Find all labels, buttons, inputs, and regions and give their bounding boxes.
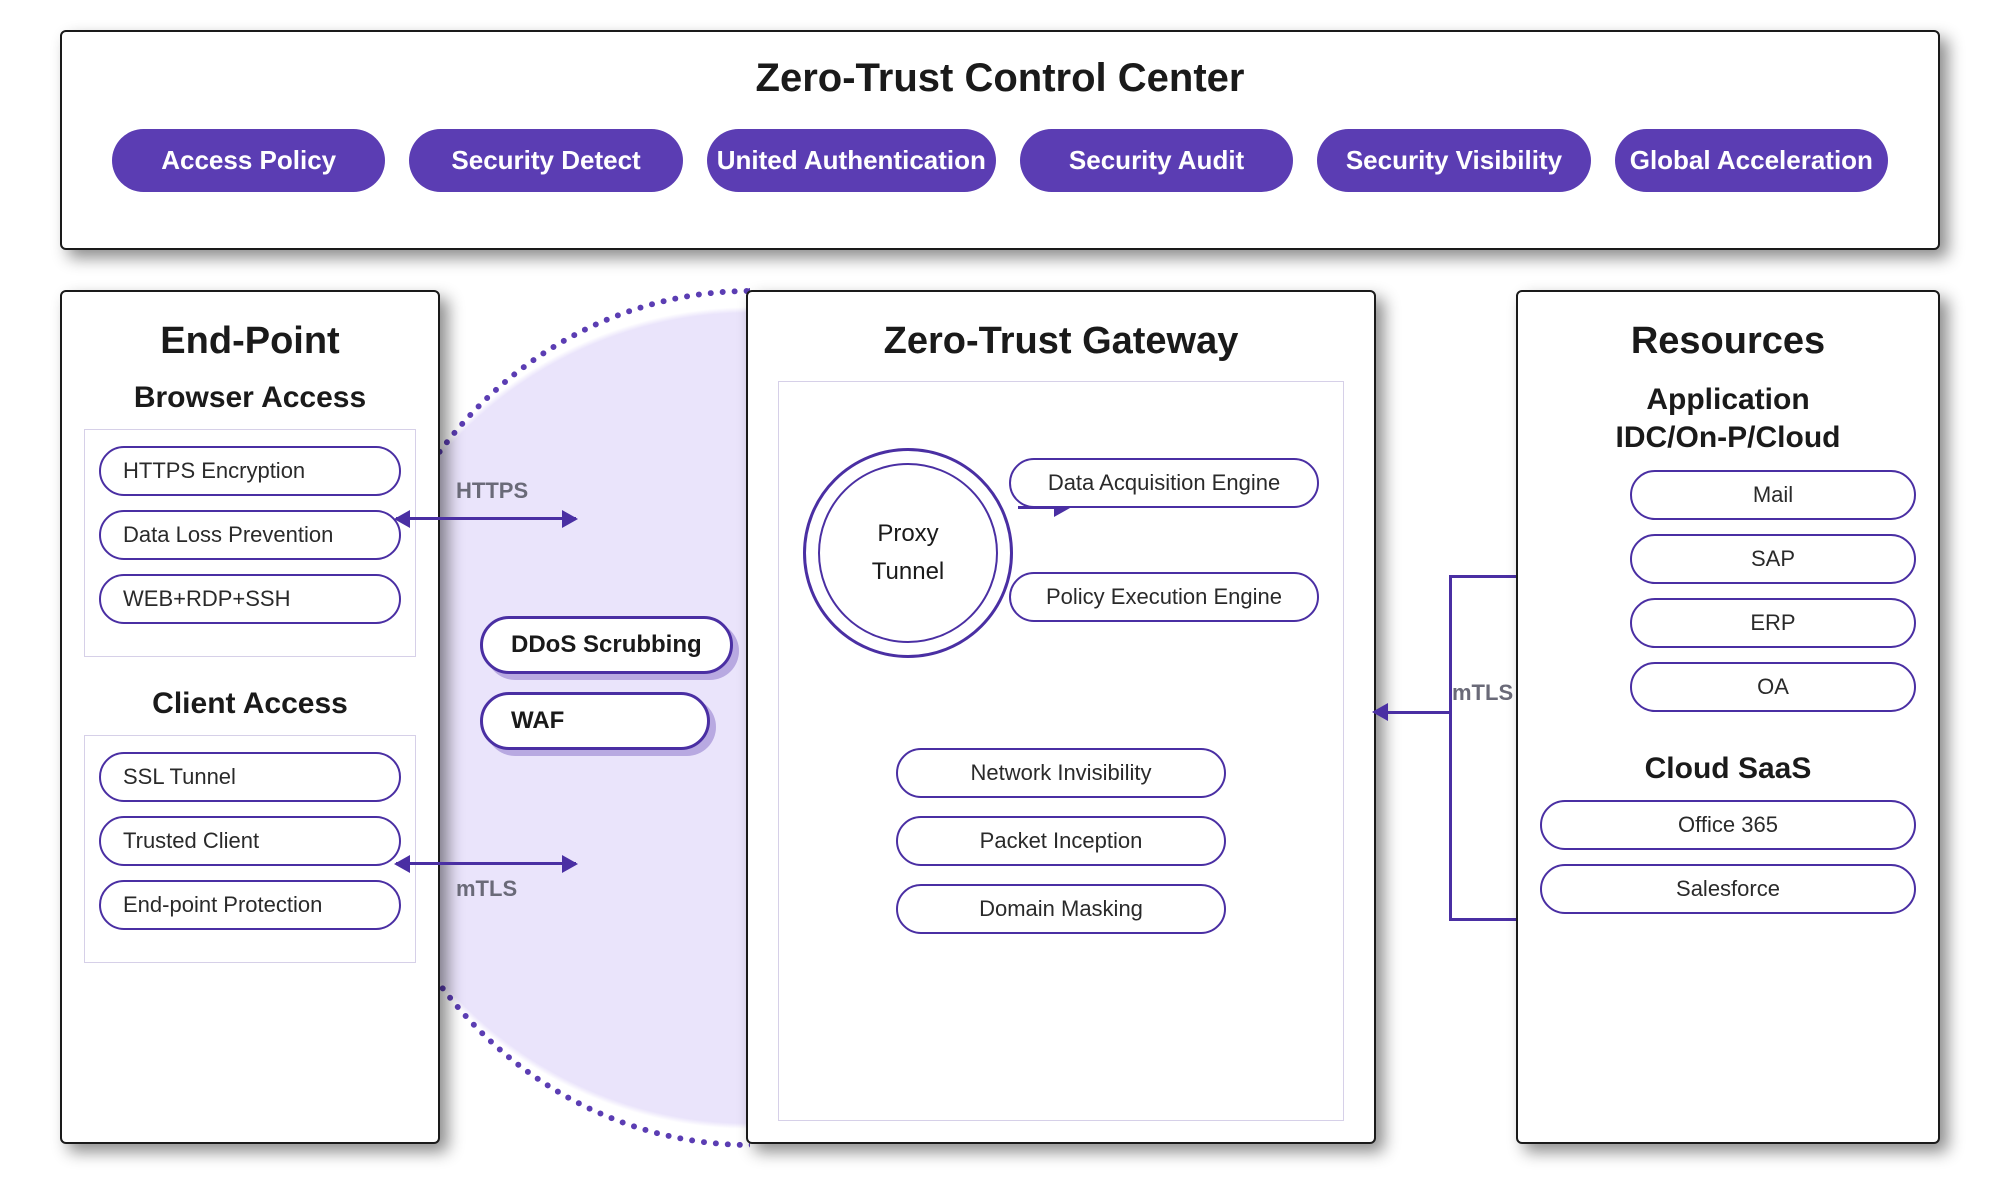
resources-title: Resources	[1540, 320, 1916, 363]
apps-title: ApplicationIDC/On-P/Cloud	[1540, 381, 1916, 456]
pill-access-policy: Access Policy	[112, 129, 385, 192]
gateway-top-area: Proxy Tunnel Data Acquisition Engine Pol…	[803, 428, 1319, 688]
label-https: HTTPS	[456, 478, 528, 504]
item-domain-masking: Domain Masking	[896, 884, 1226, 934]
pill-security-audit: Security Audit	[1020, 129, 1293, 192]
item-packet-inception: Packet Inception	[896, 816, 1226, 866]
proxy-line1: Proxy	[877, 515, 938, 553]
control-center-title: Zero-Trust Control Center	[102, 56, 1898, 101]
pill-ddos-scrubbing: DDoS Scrubbing	[480, 616, 733, 674]
item-trusted-client: Trusted Client	[99, 816, 401, 866]
browser-access-box: HTTPS Encryption Data Loss Prevention WE…	[84, 429, 416, 657]
client-access-title: Client Access	[84, 687, 416, 721]
arrow-browser-https	[396, 517, 576, 520]
item-https-encryption: HTTPS Encryption	[99, 446, 401, 496]
endpoint-title: End-Point	[84, 320, 416, 363]
item-office-365: Office 365	[1540, 800, 1916, 850]
item-oa: OA	[1630, 662, 1916, 712]
gateway-feature-list: Network Invisibility Packet Inception Do…	[793, 748, 1329, 948]
pill-security-detect: Security Detect	[409, 129, 682, 192]
control-center-panel: Zero-Trust Control Center Access Policy …	[60, 30, 1940, 250]
pill-united-authentication: United Authentication	[707, 129, 996, 192]
control-center-pill-row: Access Policy Security Detect United Aut…	[102, 129, 1898, 192]
branch-h-main	[1388, 711, 1452, 714]
browser-access-title: Browser Access	[84, 381, 416, 415]
label-mtls-left: mTLS	[456, 876, 517, 902]
resources-panel: Resources ApplicationIDC/On-P/Cloud Mail…	[1516, 290, 1940, 1144]
arrowhead-into-gateway	[1372, 703, 1388, 721]
pill-security-visibility: Security Visibility	[1317, 129, 1590, 192]
gateway-panel: Zero-Trust Gateway Proxy Tunnel Data Acq…	[746, 290, 1376, 1144]
item-erp: ERP	[1630, 598, 1916, 648]
item-web-rdp-ssh: WEB+RDP+SSH	[99, 574, 401, 624]
proxy-tunnel-label: Proxy Tunnel	[818, 463, 998, 643]
item-ssl-tunnel: SSL Tunnel	[99, 752, 401, 802]
pill-global-acceleration: Global Acceleration	[1615, 129, 1888, 192]
endpoint-panel: End-Point Browser Access HTTPS Encryptio…	[60, 290, 440, 1144]
item-policy-execution-engine: Policy Execution Engine	[1009, 572, 1319, 622]
proxy-tunnel-circle: Proxy Tunnel	[803, 448, 1013, 658]
item-salesforce: Salesforce	[1540, 864, 1916, 914]
saas-section: Cloud SaaS Office 365 Salesforce	[1540, 752, 1916, 914]
apps-section: ApplicationIDC/On-P/Cloud Mail SAP ERP O…	[1540, 381, 1916, 712]
pill-waf: WAF	[480, 692, 710, 750]
saas-title: Cloud SaaS	[1540, 752, 1916, 786]
engine-stack: Data Acquisition Engine Policy Execution…	[1009, 458, 1319, 636]
item-sap: SAP	[1630, 534, 1916, 584]
apps-list: Mail SAP ERP OA	[1540, 470, 1916, 712]
arrow-client-mtls	[396, 862, 576, 865]
item-mail: Mail	[1630, 470, 1916, 520]
item-network-invisibility: Network Invisibility	[896, 748, 1226, 798]
proxy-line2: Tunnel	[872, 553, 945, 591]
label-mtls-right: mTLS	[1452, 680, 1513, 706]
item-endpoint-protection: End-point Protection	[99, 880, 401, 930]
item-data-loss-prevention: Data Loss Prevention	[99, 510, 401, 560]
gateway-inner-box: Proxy Tunnel Data Acquisition Engine Pol…	[778, 381, 1344, 1121]
branch-v-main	[1449, 575, 1452, 920]
gateway-title: Zero-Trust Gateway	[778, 320, 1344, 363]
item-data-acquisition-engine: Data Acquisition Engine	[1009, 458, 1319, 508]
client-access-box: SSL Tunnel Trusted Client End-point Prot…	[84, 735, 416, 963]
